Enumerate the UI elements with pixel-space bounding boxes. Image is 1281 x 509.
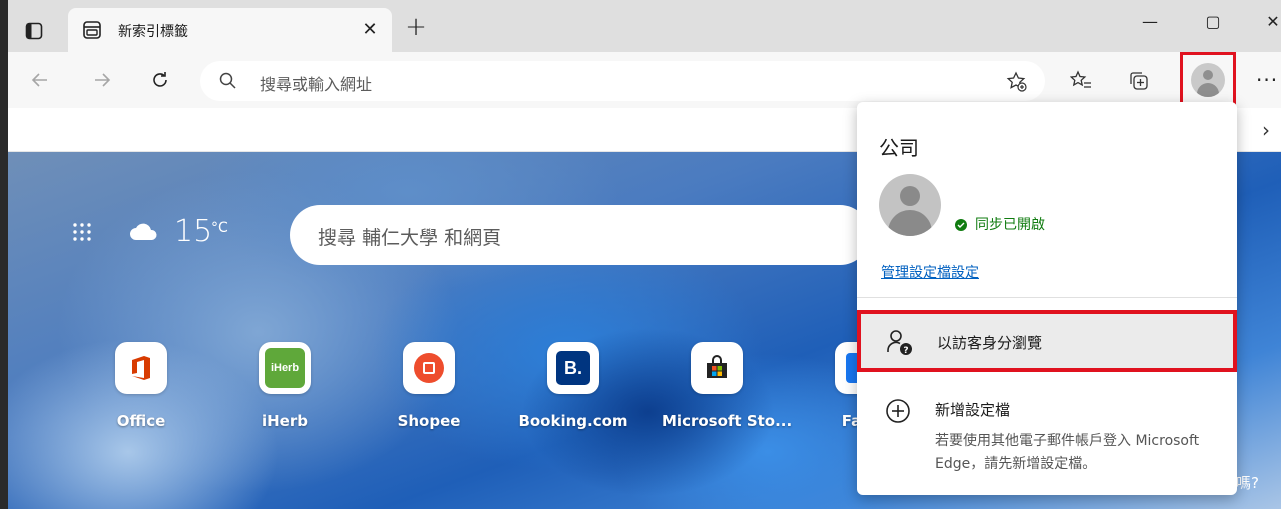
collections-button[interactable] [1124, 66, 1154, 96]
new-tab-favicon-icon [83, 21, 101, 39]
refresh-button[interactable] [146, 66, 174, 94]
add-profile-icon[interactable] [885, 398, 911, 424]
quick-link-shopee[interactable]: Shopee [374, 342, 484, 430]
feedback-hint[interactable]: 嗎? [1236, 472, 1259, 493]
cloud-icon[interactable] [128, 222, 160, 242]
divider [857, 297, 1237, 298]
tile-label: Office [116, 412, 166, 430]
collections-icon [1130, 72, 1148, 90]
tile-label: Booking.com [518, 412, 628, 430]
profile-button[interactable] [1180, 52, 1236, 108]
iherb-icon: iHerb [259, 342, 311, 394]
tab-strip: 新索引標籤 ✕ + — ▢ ✕ [0, 0, 1281, 52]
back-button[interactable] [26, 66, 54, 94]
forward-arrow-icon [95, 73, 111, 87]
add-profile-description: 若要使用其他電子郵件帳戶登入 Microsoft Edge，請先新增設定檔。 [935, 433, 1200, 472]
back-arrow-icon [31, 73, 47, 87]
active-tab[interactable]: 新索引標籤 ✕ [68, 8, 392, 52]
sync-check-icon [955, 219, 967, 231]
app-launcher-icon[interactable] [70, 220, 94, 244]
address-placeholder: 搜尋或輸入網址 [260, 75, 373, 94]
tile-label: Microsoft Sto... [662, 412, 793, 430]
avatar [1191, 63, 1225, 97]
profile-avatar[interactable] [879, 174, 941, 236]
weather-temperature[interactable]: 15 [174, 214, 212, 249]
tile-label: iHerb [261, 412, 308, 430]
sync-status: 同步已開啟 [975, 217, 1045, 233]
address-bar[interactable]: 搜尋或輸入網址 [200, 61, 1045, 101]
toolbar: 搜尋或輸入網址 ··· [0, 52, 1281, 108]
web-search-placeholder: 搜尋 輔仁大學 和網頁 [318, 227, 502, 249]
weather-unit: °C [211, 220, 228, 236]
quick-link-iherb[interactable]: iHerb iHerb [230, 342, 340, 430]
quick-link-booking[interactable]: B. Booking.com [518, 342, 628, 430]
booking-icon: B. [547, 342, 599, 394]
maximize-button[interactable]: ▢ [1198, 12, 1228, 38]
forward-button[interactable] [88, 66, 116, 94]
browse-as-guest-item[interactable]: ? 以訪客身分瀏覽 [857, 310, 1237, 372]
svg-text:?: ? [903, 346, 908, 356]
tab-close-icon[interactable]: ✕ [358, 18, 382, 42]
favorites-button[interactable] [1066, 66, 1096, 96]
window-edge [0, 0, 8, 509]
new-tab-button[interactable]: + [403, 14, 429, 41]
shopee-icon [403, 342, 455, 394]
minimize-button[interactable]: — [1135, 12, 1165, 38]
quick-link-microsoft-store[interactable]: Microsoft Sto... [662, 342, 793, 430]
settings-more-button[interactable]: ··· [1256, 68, 1278, 92]
add-profile-label[interactable]: 新增設定檔 [935, 399, 1010, 420]
manage-profile-settings-link[interactable]: 管理設定檔設定 [881, 262, 979, 282]
profile-flyout: 公司 同步已開啟 管理設定檔設定 ? 以訪客身分瀏覽 新增設定檔 若要使用其他電… [857, 102, 1237, 495]
refresh-icon [153, 72, 167, 87]
profile-organization: 公司 [879, 136, 919, 160]
tile-label: Shopee [397, 412, 461, 430]
store-icon [691, 342, 743, 394]
tab-actions-button[interactable] [20, 17, 48, 45]
close-window-button[interactable]: ✕ [1258, 12, 1281, 38]
search-icon [219, 72, 236, 89]
office-icon [115, 342, 167, 394]
guest-icon: ? [887, 330, 912, 356]
tab-title: 新索引標籤 [118, 24, 188, 40]
tab-actions-icon [25, 22, 43, 40]
web-search-box[interactable]: 搜尋 輔仁大學 和網頁 [290, 205, 870, 265]
quick-link-office[interactable]: Office [86, 342, 196, 430]
browse-as-guest-label: 以訪客身分瀏覽 [937, 334, 1043, 352]
chevron-right-icon[interactable]: › [1262, 118, 1270, 142]
favorites-icon [1070, 70, 1091, 88]
add-favorite-icon[interactable] [1006, 71, 1028, 93]
